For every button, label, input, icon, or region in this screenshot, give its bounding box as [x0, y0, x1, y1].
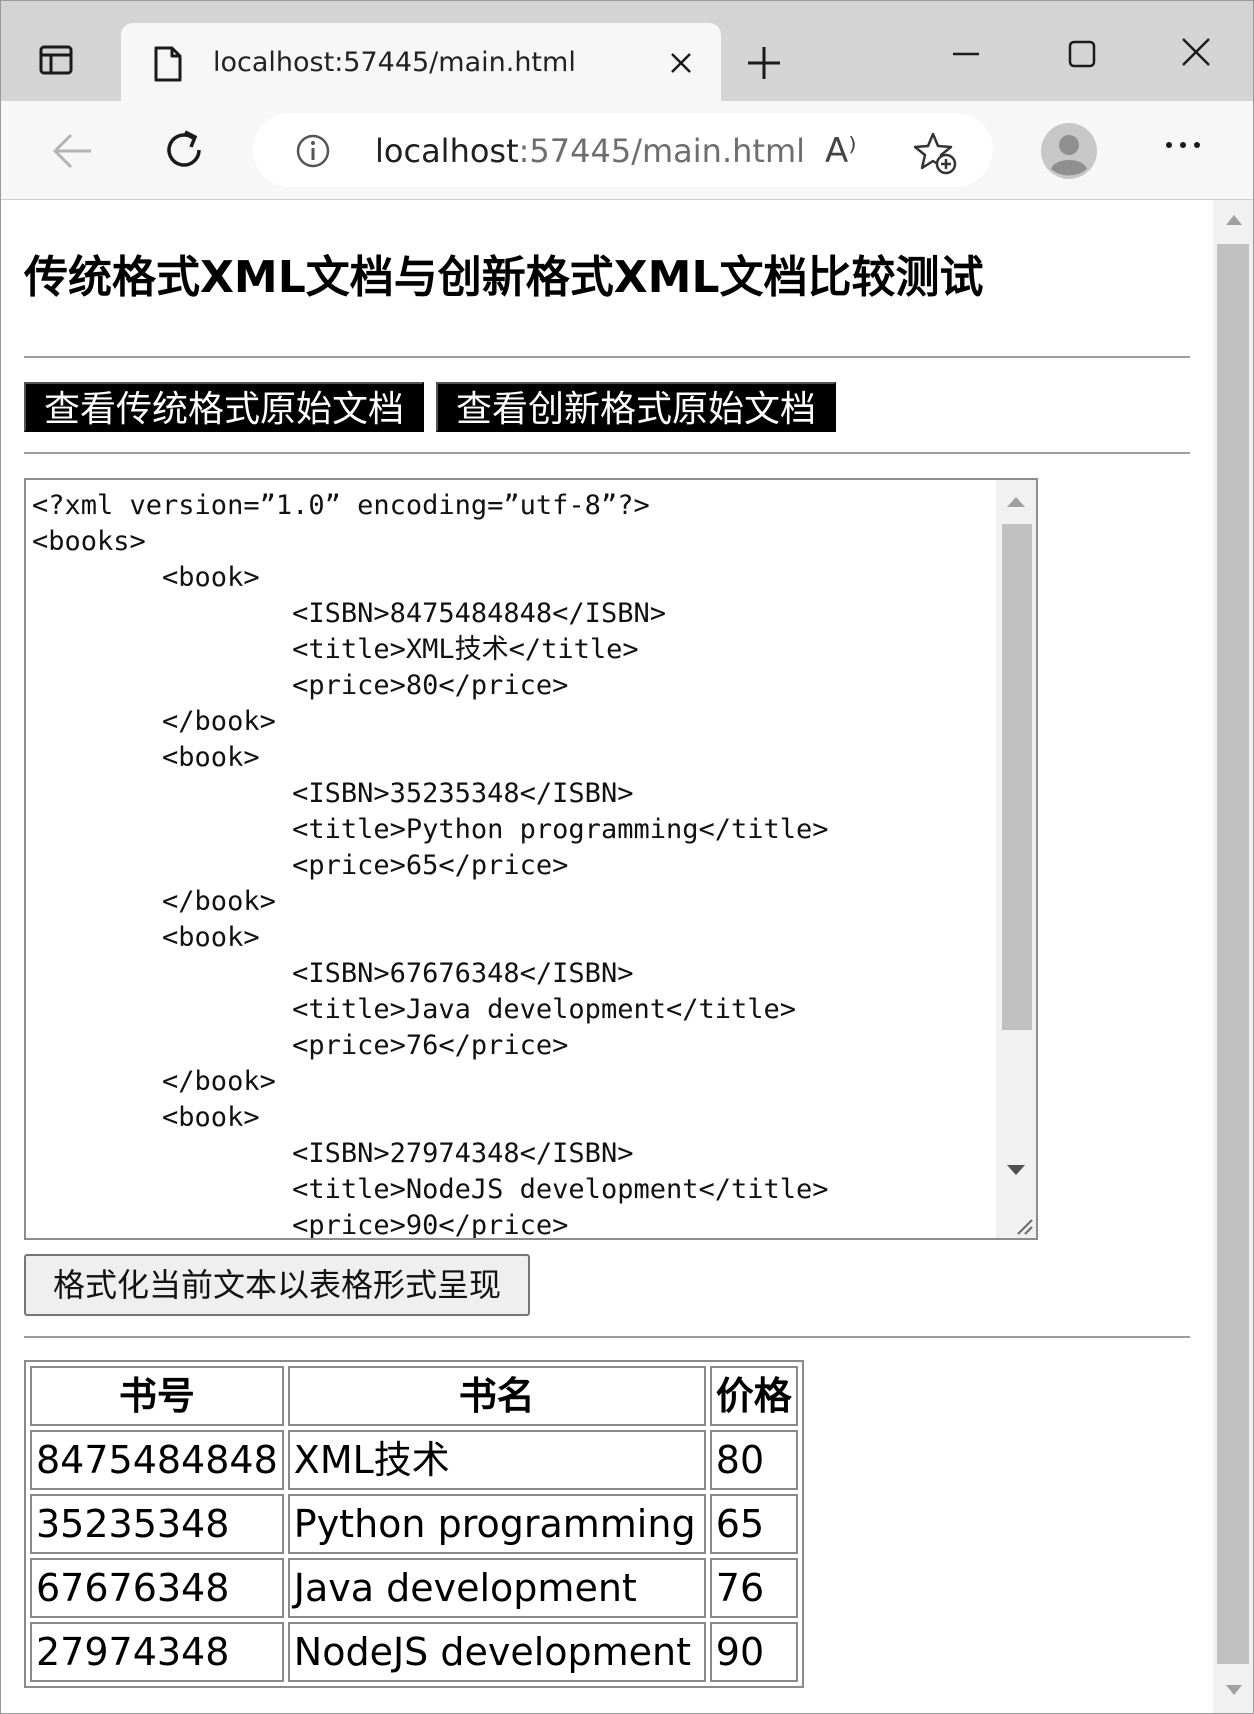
tab-actions-icon[interactable] — [39, 45, 73, 75]
view-traditional-button[interactable]: 查看传统格式原始文档 — [24, 382, 424, 432]
cell-title: XML技术 — [287, 1430, 706, 1490]
maximize-icon[interactable] — [1067, 39, 1097, 69]
reload-icon[interactable] — [161, 127, 207, 173]
plus-icon[interactable] — [746, 45, 782, 81]
table-row: 27974348 NodeJS development 90 — [30, 1622, 798, 1682]
textarea-scrollbar[interactable] — [996, 480, 1036, 1238]
close-icon[interactable] — [1181, 37, 1211, 67]
page-scroll-thumb[interactable] — [1217, 244, 1249, 1664]
cell-title: Java development — [287, 1558, 706, 1618]
header-isbn: 书号 — [30, 1366, 284, 1426]
page-scrollbar[interactable] — [1213, 200, 1253, 1713]
divider — [24, 1336, 1190, 1338]
more-icon[interactable] — [1163, 135, 1203, 155]
cell-title: Python programming — [287, 1494, 706, 1554]
table-row: 35235348 Python programming 65 — [30, 1494, 798, 1554]
url-host: localhost — [375, 132, 519, 170]
page-title: 传统格式XML文档与创新格式XML文档比较测试 — [24, 252, 984, 303]
scroll-down-icon[interactable] — [1225, 1684, 1243, 1696]
active-tab[interactable]: localhost:57445/main.html — [121, 23, 721, 103]
view-innovative-button[interactable]: 查看创新格式原始文档 — [436, 382, 836, 432]
close-icon[interactable] — [669, 51, 693, 75]
browser-toolbar: localhost:57445/main.html A⁾ — [1, 101, 1253, 200]
cell-price: 65 — [709, 1494, 798, 1554]
books-table: 书号 书名 价格 8475484848 XML技术 80 35235348 Py… — [24, 1360, 804, 1688]
cell-price: 80 — [709, 1430, 798, 1490]
cell-title: NodeJS development — [287, 1622, 706, 1682]
resize-grip-icon[interactable] — [1012, 1214, 1034, 1236]
header-price: 价格 — [709, 1366, 798, 1426]
address-bar[interactable]: localhost:57445/main.html A⁾ — [253, 113, 993, 187]
browser-window: localhost:57445/main.html localhost:5744… — [0, 0, 1254, 1714]
table-row: 8475484848 XML技术 80 — [30, 1430, 798, 1490]
url-path: :57445/main.html — [518, 132, 806, 170]
avatar[interactable] — [1041, 123, 1097, 179]
cell-isbn: 8475484848 — [30, 1430, 284, 1490]
scroll-up-icon[interactable] — [1225, 214, 1243, 226]
cell-isbn: 27974348 — [30, 1622, 284, 1682]
scroll-up-icon[interactable] — [1006, 496, 1026, 508]
read-aloud-icon[interactable]: A⁾ — [825, 131, 857, 171]
tab-strip: localhost:57445/main.html — [1, 1, 1253, 103]
cell-isbn: 67676348 — [30, 1558, 284, 1618]
cell-price: 90 — [709, 1622, 798, 1682]
url-text[interactable]: localhost:57445/main.html — [375, 131, 805, 171]
xml-content[interactable]: <?xml version=”1.0” encoding=”utf-8”?> <… — [32, 488, 829, 1238]
info-icon[interactable] — [295, 133, 331, 169]
scroll-down-icon[interactable] — [1006, 1164, 1026, 1176]
divider — [24, 356, 1190, 358]
textarea-scroll-thumb[interactable] — [1002, 524, 1032, 1030]
divider — [24, 452, 1190, 454]
header-title: 书名 — [287, 1366, 706, 1426]
cell-price: 76 — [709, 1558, 798, 1618]
page-viewport: 传统格式XML文档与创新格式XML文档比较测试 查看传统格式原始文档 查看创新格… — [2, 200, 1212, 1713]
table-header-row: 书号 书名 价格 — [30, 1366, 798, 1426]
tab-title: localhost:57445/main.html — [213, 47, 576, 78]
arrow-left-icon[interactable] — [51, 129, 95, 173]
format-table-button[interactable]: 格式化当前文本以表格形式呈现 — [24, 1254, 530, 1316]
cell-isbn: 35235348 — [30, 1494, 284, 1554]
star-plus-icon[interactable] — [913, 131, 957, 175]
table-row: 67676348 Java development 76 — [30, 1558, 798, 1618]
minimize-icon[interactable] — [951, 39, 981, 69]
file-icon — [154, 46, 182, 82]
xml-textarea[interactable]: <?xml version=”1.0” encoding=”utf-8”?> <… — [24, 478, 1038, 1240]
